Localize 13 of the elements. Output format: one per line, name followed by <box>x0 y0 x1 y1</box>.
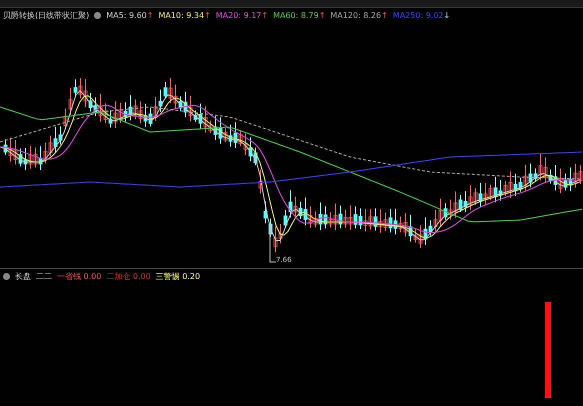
indicator-legend: 三警惕 0.20 <box>156 270 200 282</box>
moving-average-legend: MA20: 9.17↑ <box>216 10 268 20</box>
indicator-legend: 一省钱 0.00 <box>57 270 102 282</box>
moving-average-legend: MA250: 9.02↓ <box>392 10 450 20</box>
moving-average-legend: MA120: 8.26↑ <box>330 10 388 20</box>
leader-line <box>270 226 276 262</box>
chart-title: 贝爵转换(日线带状汇聚) <box>3 10 90 20</box>
moving-average-legend: MA60: 8.79↑ <box>273 10 326 20</box>
indicator-legend: 二加仓 0.00 <box>106 270 151 282</box>
indicator-legend: 二二 <box>36 270 52 282</box>
moving-average-legend: MA5: 9.60↑ <box>106 10 154 20</box>
indicator-title: 长盘 <box>15 270 31 282</box>
moving-average-legend: MA10: 9.34↑ <box>158 10 211 20</box>
